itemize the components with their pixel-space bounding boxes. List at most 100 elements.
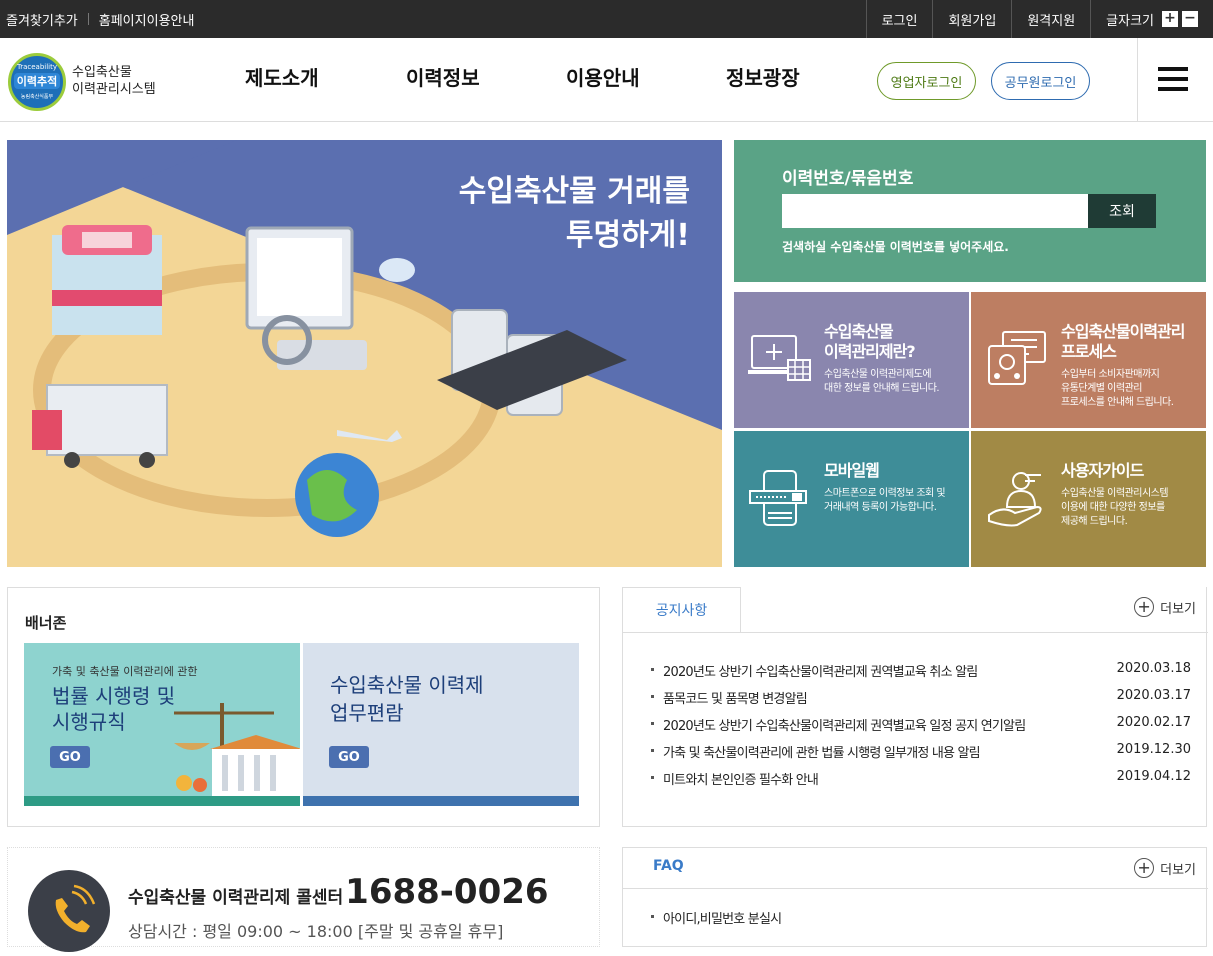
list-item[interactable]: 2020년도 상반기 수입축산물이력관리제 권역별교육 취소 알림 2020.03… <box>651 659 1191 686</box>
tile-title-line2: 프로세스 <box>1061 342 1117 361</box>
tile-desc: 수입부터 소비자판매까지 유통단계별 이력관리 프로세스를 안내해 드립니다. <box>1061 368 1174 410</box>
tile-title: 수입축산물이력관리 프로세스 <box>1061 322 1185 362</box>
tile-title-line2: 이력관리제란? <box>824 342 916 361</box>
trace-number-search: 이력번호/묶음번호 조회 검색하실 수입축산물 이력번호를 넣어주세요. <box>734 140 1206 282</box>
banner-manual-go-button[interactable]: GO <box>329 746 369 768</box>
hand-user-icon <box>988 472 1042 527</box>
login-link[interactable]: 로그인 <box>865 0 933 38</box>
list-item[interactable]: 2020년도 상반기 수입축산물이력관리제 권역별교육 일정 공지 연기알림 20… <box>651 713 1191 740</box>
site-name-line2: 이력관리시스템 <box>72 82 156 97</box>
banner-manual[interactable]: 수입축산물 이력제 업무편람 GO <box>303 643 579 806</box>
nav-system-intro[interactable]: 제도소개 <box>245 62 319 91</box>
hamburger-bar <box>1158 77 1188 81</box>
nav-usage-guide[interactable]: 이용안내 <box>566 62 640 91</box>
phone-icon <box>28 870 110 952</box>
banner-law-go-button[interactable]: GO <box>50 746 90 768</box>
add-bookmark-link[interactable]: 즐겨찾기추가 <box>6 10 78 29</box>
tile-desc-line1: 수입축산물 이력관리제도에 <box>824 369 932 380</box>
bullet-icon <box>651 695 654 698</box>
list-item[interactable]: 가축 및 축산물이력관리에 관한 법률 시행령 일부개정 내용 알림 2019.1… <box>651 740 1191 767</box>
notice-title[interactable]: 가축 및 축산물이력관리에 관한 법률 시행령 일부개정 내용 알림 <box>663 742 981 761</box>
tile-mobile-web[interactable]: 모바일웹 스마트폰으로 이력정보 조회 및 거래내역 등록이 가능합니다. <box>734 431 969 567</box>
hamburger-icon[interactable] <box>1137 38 1213 122</box>
notice-tab-line <box>623 632 1208 633</box>
notice-title[interactable]: 품목코드 및 품목명 변경알림 <box>663 688 808 707</box>
search-button[interactable]: 조회 <box>1088 194 1156 228</box>
notice-more-button[interactable]: + 더보기 <box>1134 597 1196 617</box>
nav-trace-info[interactable]: 이력정보 <box>406 62 480 91</box>
site-logo[interactable]: Traceability 이력추적 농림축산식품부 <box>8 53 66 111</box>
business-login-button[interactable]: 영업자로그인 <box>877 62 976 100</box>
tile-title-line1: 수입축산물이력관리 <box>1061 322 1185 341</box>
faq-item-title[interactable]: 아이디,비밀번호 분실시 <box>663 908 782 927</box>
tile-desc-line1: 수입부터 소비자판매까지 <box>1061 369 1160 380</box>
faq-title[interactable]: FAQ <box>653 858 684 874</box>
notice-list: 2020년도 상반기 수입축산물이력관리제 권역별교육 취소 알림 2020.03… <box>651 659 1191 794</box>
hamburger-bar <box>1158 67 1188 71</box>
site-name-line1: 수입축산물 <box>72 65 132 80</box>
notice-date: 2020.03.17 <box>1116 688 1191 703</box>
tile-system-intro[interactable]: 수입축산물 이력관리제란? 수입축산물 이력관리제도에 대한 정보를 안내해 드… <box>734 292 969 428</box>
banner-manual-line1: 수입축산물 이력제 <box>330 673 484 697</box>
banner-zone-title: 배너존 <box>25 614 67 632</box>
list-item[interactable]: 품목코드 및 품목명 변경알림 2020.03.17 <box>651 686 1191 713</box>
tile-title: 수입축산물 이력관리제란? <box>824 322 916 362</box>
banner-law-heading: 법률 시행령 및 시행규칙 <box>52 683 175 735</box>
logo-top-text: Traceability <box>16 63 58 71</box>
hero-headline-line1: 수입축산물 거래를 <box>458 174 690 209</box>
tile-desc: 수입축산물 이력관리제도에 대한 정보를 안내해 드립니다. <box>824 368 940 396</box>
faq-more-button[interactable]: + 더보기 <box>1134 858 1196 878</box>
tile-process[interactable]: 수입축산물이력관리 프로세스 수입부터 소비자판매까지 유통단계별 이력관리 프… <box>971 292 1206 428</box>
tile-title: 모바일웹 <box>824 461 880 480</box>
top-left-links: 즐겨찾기추가 홈페이지이용안내 <box>6 0 194 38</box>
more-label: 더보기 <box>1160 862 1196 878</box>
nav-info-plaza[interactable]: 정보광장 <box>726 62 800 91</box>
list-item[interactable]: 아이디,비밀번호 분실시 <box>651 906 1191 933</box>
hero-headline-line2: 투명하게! <box>565 218 690 253</box>
hero-headline: 수입축산물 거래를 투명하게! <box>459 170 690 258</box>
bullet-icon <box>651 722 654 725</box>
notice-panel: 공지사항 + 더보기 2020년도 상반기 수입축산물이력관리제 권역별교육 취… <box>622 587 1208 827</box>
tile-desc-line2: 이용에 대한 다양한 정보를 <box>1061 502 1165 513</box>
trace-number-input[interactable] <box>782 194 1088 228</box>
site-name[interactable]: 수입축산물 이력관리시스템 <box>72 64 156 98</box>
search-label: 이력번호/묶음번호 <box>782 169 914 189</box>
list-item[interactable]: 미트와치 본인인증 필수화 안내 2019.04.12 <box>651 767 1191 794</box>
mobile-phone-icon <box>749 470 807 526</box>
callcenter-heading: 수입축산물 이력관리제 콜센터 1688-0026 <box>128 872 549 912</box>
divider <box>87 13 89 25</box>
tile-desc: 수입축산물 이력관리시스템 이용에 대한 다양한 정보를 제공해 드립니다. <box>1061 487 1169 529</box>
banner-manual-stripe <box>303 796 579 806</box>
tile-desc-line2: 대한 정보를 안내해 드립니다. <box>824 383 940 394</box>
tab-notice[interactable]: 공지사항 <box>623 587 741 632</box>
tile-desc-line1: 수입축산물 이력관리시스템 <box>1061 488 1169 499</box>
tile-user-guide[interactable]: 사용자가이드 수입축산물 이력관리시스템 이용에 대한 다양한 정보를 제공해 … <box>971 431 1206 567</box>
search-hint: 검색하실 수입축산물 이력번호를 넣어주세요. <box>782 240 1009 254</box>
notice-title[interactable]: 2020년도 상반기 수입축산물이력관리제 권역별교육 취소 알림 <box>663 661 978 680</box>
tile-desc-line3: 제공해 드립니다. <box>1061 516 1128 527</box>
bullet-icon <box>651 776 654 779</box>
phone-glyph <box>55 884 96 933</box>
tile-title: 사용자가이드 <box>1061 461 1144 480</box>
official-login-button[interactable]: 공무원로그인 <box>991 62 1090 100</box>
bullet-icon <box>651 749 654 752</box>
banner-zone: 배너존 가축 및 축산물 이력관리에 관한 법률 시행령 및 시행규칙 GO 수… <box>7 587 600 827</box>
faq-divider <box>623 888 1208 889</box>
banner-law-line1: 법률 시행령 및 <box>52 684 176 708</box>
notice-title[interactable]: 2020년도 상반기 수입축산물이력관리제 권역별교육 일정 공지 연기알림 <box>663 715 1026 734</box>
font-increase-button[interactable]: + <box>1162 11 1178 27</box>
bullet-icon <box>651 915 654 918</box>
monitor-grid-icon <box>748 335 811 381</box>
join-link[interactable]: 회원가입 <box>932 0 1011 38</box>
logo-main-text: 이력추적 <box>14 73 60 89</box>
notice-title[interactable]: 미트와치 본인인증 필수화 안내 <box>663 769 819 788</box>
site-guide-link[interactable]: 홈페이지이용안내 <box>99 10 195 29</box>
tile-desc-line2: 거래내역 등록이 가능합니다. <box>824 502 937 513</box>
hero-banner: 수입축산물 거래를 투명하게! <box>7 140 722 567</box>
banner-manual-line2: 업무편람 <box>330 701 404 725</box>
remote-support-link[interactable]: 원격지원 <box>1011 0 1090 38</box>
banner-law[interactable]: 가축 및 축산물 이력관리에 관한 법률 시행령 및 시행규칙 GO <box>24 643 300 806</box>
banner-law-small: 가축 및 축산물 이력관리에 관한 <box>52 665 198 678</box>
more-label: 더보기 <box>1160 601 1196 617</box>
font-decrease-button[interactable]: − <box>1182 11 1198 27</box>
